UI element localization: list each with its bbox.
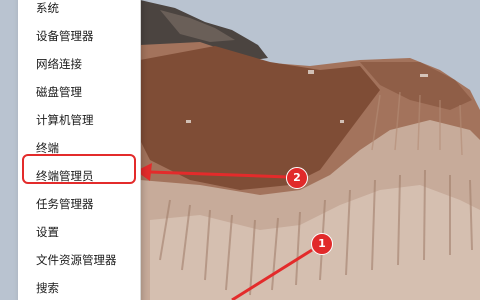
menu-item-computer-management[interactable]: 计算机管理 xyxy=(18,106,140,134)
menu-item-search[interactable]: 搜索 xyxy=(18,274,140,300)
menu-item-network-connections[interactable]: 网络连接 xyxy=(18,50,140,78)
step-badge-2: 2 xyxy=(286,167,308,189)
menu-item-terminal[interactable]: 终端 xyxy=(18,134,140,162)
menu-item-file-explorer[interactable]: 文件资源管理器 xyxy=(18,246,140,274)
menu-item-disk-management[interactable]: 磁盘管理 xyxy=(18,78,140,106)
context-menu: 系统 设备管理器 网络连接 磁盘管理 计算机管理 终端 终端管理员 任务管理器 … xyxy=(18,0,141,300)
menu-item-system[interactable]: 系统 xyxy=(18,0,140,22)
menu-item-task-manager[interactable]: 任务管理器 xyxy=(18,190,140,218)
menu-item-device-manager[interactable]: 设备管理器 xyxy=(18,22,140,50)
menu-item-settings[interactable]: 设置 xyxy=(18,218,140,246)
menu-item-terminal-admin[interactable]: 终端管理员 xyxy=(18,162,140,190)
step-badge-1: 1 xyxy=(311,233,333,255)
